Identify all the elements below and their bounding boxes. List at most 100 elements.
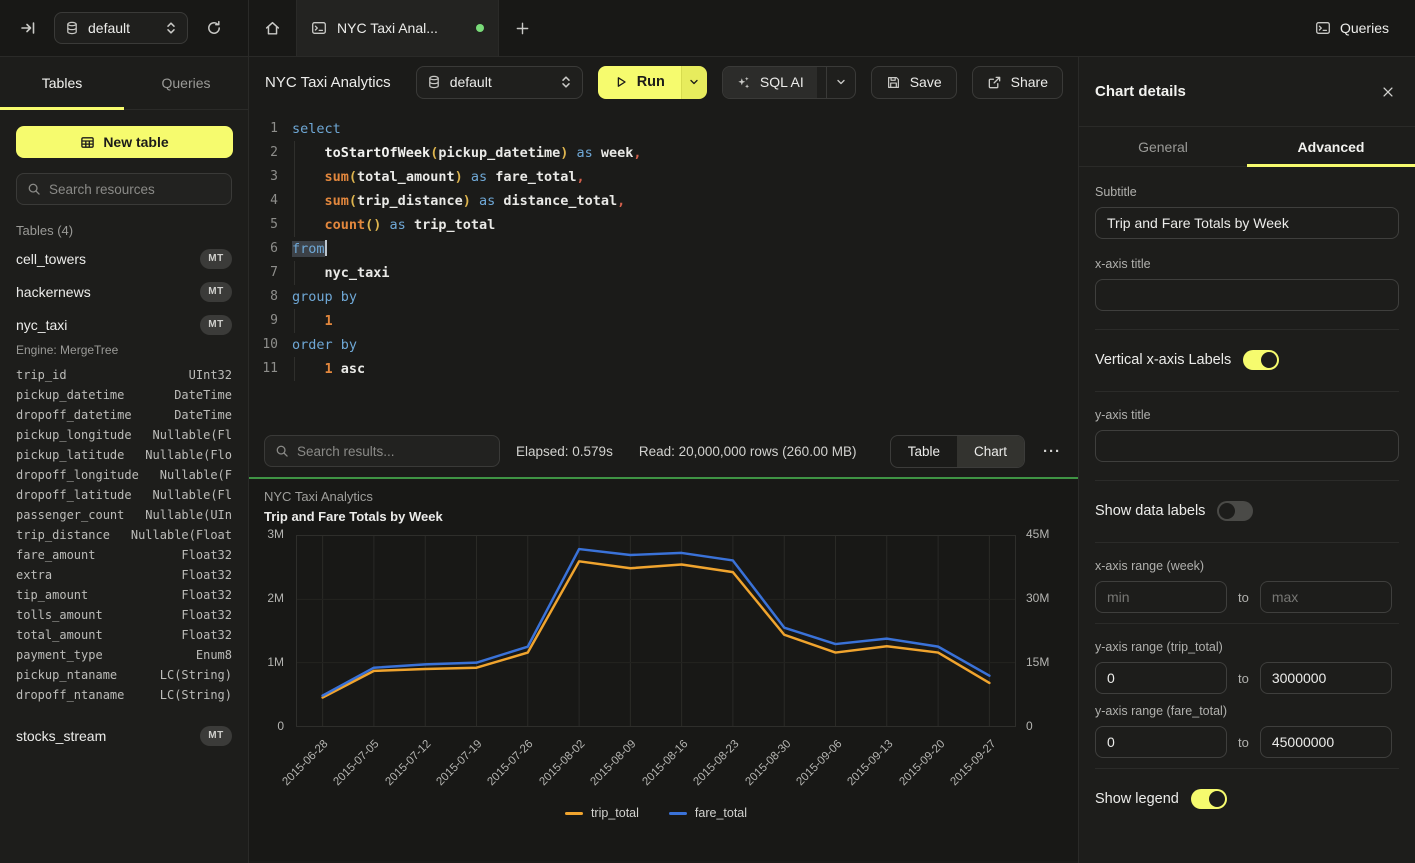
code-line-7[interactable]: 7 nyc_taxi	[249, 261, 1078, 285]
indent-guide	[294, 213, 295, 237]
panel-header: Chart details	[1079, 57, 1415, 127]
subtitle-input[interactable]	[1095, 207, 1399, 239]
legend-label: trip_total	[591, 806, 639, 820]
more-options-button[interactable]: ···	[1041, 443, 1063, 460]
code-line-1[interactable]: 1select	[249, 117, 1078, 141]
chevron-down-icon	[835, 76, 847, 88]
search-icon	[275, 444, 289, 458]
legend-item-trip_total[interactable]: trip_total	[565, 806, 639, 820]
code-line-5[interactable]: 5 count() as trip_total	[249, 213, 1078, 237]
line-number: 8	[249, 285, 278, 309]
chart-subtitle: Trip and Fare Totals by Week	[264, 509, 443, 524]
x-axis-range-label: x-axis range (week)	[1095, 559, 1399, 573]
y-range-fare-max-input[interactable]	[1260, 726, 1392, 758]
sidebar-tab-queries-label: Queries	[161, 75, 210, 91]
unsaved-changes-dot	[476, 24, 484, 32]
table-item-hackernews[interactable]: hackernewsMT	[0, 275, 248, 308]
queries-button[interactable]: Queries	[1315, 20, 1389, 36]
column-dropoff_latitude: dropoff_latitudeNullable(Fl	[16, 485, 232, 505]
engine-badge: MT	[200, 249, 232, 269]
show-data-labels-label: Show data labels	[1095, 503, 1205, 519]
share-icon	[987, 75, 1002, 90]
refresh-icon[interactable]	[206, 20, 222, 36]
new-tab-button[interactable]	[499, 0, 545, 56]
sql-ai-button[interactable]: SQL AI	[723, 67, 817, 98]
collapse-sidebar-icon[interactable]	[20, 20, 36, 36]
sql-editor[interactable]: 1select2 toStartOfWeek(pickup_datetime) …	[249, 107, 1078, 425]
divider	[1095, 480, 1399, 481]
query-database-selector[interactable]: default	[416, 66, 583, 99]
database-selector-value: default	[88, 20, 130, 36]
database-icon	[65, 21, 79, 35]
table-name: hackernews	[16, 284, 91, 300]
vertical-x-axis-labels-toggle[interactable]	[1243, 350, 1279, 370]
y-axis-left: 01M2M3M	[249, 535, 290, 727]
table-name: cell_towers	[16, 251, 86, 267]
y-axis-title-input[interactable]	[1095, 430, 1399, 462]
tables-section-header: Tables (4)	[16, 223, 232, 238]
text-cursor	[325, 240, 327, 256]
code-line-2[interactable]: 2 toStartOfWeek(pickup_datetime) as week…	[249, 141, 1078, 165]
y-axis-tick: 0	[1026, 719, 1033, 733]
column-total_amount: total_amountFloat32	[16, 625, 232, 645]
results-bar: Elapsed: 0.579s Read: 20,000,000 rows (2…	[249, 425, 1078, 477]
panel-tabs: General Advanced	[1079, 127, 1415, 167]
y-range-trip-max-input[interactable]	[1260, 662, 1392, 694]
y-range-trip-min-input[interactable]	[1095, 662, 1227, 694]
table-item-cell_towers[interactable]: cell_towers MT	[0, 242, 248, 275]
query-database-selector-value: default	[450, 74, 551, 90]
run-button[interactable]: Run	[598, 66, 681, 99]
code-line-6[interactable]: 6from	[249, 237, 1078, 261]
tables-list: cell_towersMThackernewsMTnyc_taxiMTEngin…	[0, 242, 248, 752]
x-axis-title-input[interactable]	[1095, 279, 1399, 311]
chart-plot-area[interactable]	[296, 535, 1016, 727]
line-number: 11	[249, 357, 278, 381]
x-range-min-input[interactable]	[1095, 581, 1227, 613]
x-range-max-input[interactable]	[1260, 581, 1392, 613]
y-axis-range-trip-total-label: y-axis range (trip_total)	[1095, 640, 1399, 654]
search-results-input[interactable]	[297, 444, 489, 459]
code-line-4[interactable]: 4 sum(trip_distance) as distance_total,	[249, 189, 1078, 213]
to-label: to	[1235, 590, 1252, 605]
sidebar-tab-tables[interactable]: Tables	[0, 57, 124, 109]
legend-item-fare_total[interactable]: fare_total	[669, 806, 747, 820]
new-table-button[interactable]: New table	[16, 126, 233, 158]
vertical-x-axis-labels-label: Vertical x-axis Labels	[1095, 352, 1231, 368]
save-button[interactable]: Save	[871, 66, 957, 99]
table-item-stocks_stream[interactable]: stocks_streamMT	[0, 719, 248, 752]
code-line-3[interactable]: 3 sum(total_amount) as fare_total,	[249, 165, 1078, 189]
code-line-8[interactable]: 8group by	[249, 285, 1078, 309]
table-item-nyc_taxi[interactable]: nyc_taxiMT	[0, 308, 248, 341]
updown-chevrons-icon	[165, 21, 177, 35]
legend-swatch	[565, 812, 583, 815]
view-toggle-table[interactable]: Table	[891, 436, 957, 467]
to-label: to	[1235, 671, 1252, 686]
panel-tab-advanced[interactable]: Advanced	[1247, 127, 1415, 166]
view-toggle-chart[interactable]: Chart	[957, 436, 1024, 467]
close-icon[interactable]	[1377, 81, 1399, 103]
column-tip_amount: tip_amountFloat32	[16, 585, 232, 605]
show-data-labels-toggle[interactable]	[1217, 501, 1253, 521]
indent-guide	[294, 165, 295, 189]
sql-ai-options-button[interactable]	[826, 67, 855, 98]
code-line-11[interactable]: 11 1 asc	[249, 357, 1078, 381]
show-legend-toggle[interactable]	[1191, 789, 1227, 809]
chart-details-panel: Chart details General Advanced Subtitle …	[1078, 57, 1415, 863]
code-line-10[interactable]: 10order by	[249, 333, 1078, 357]
sql-ai-button-group: SQL AI	[722, 66, 856, 99]
panel-tab-general[interactable]: General	[1079, 127, 1247, 166]
table-name: nyc_taxi	[16, 317, 67, 333]
code-line-9[interactable]: 9 1	[249, 309, 1078, 333]
sidebar-tab-queries[interactable]: Queries	[124, 57, 248, 109]
search-resources-input[interactable]	[49, 182, 221, 197]
sparkles-icon	[736, 75, 751, 90]
share-button[interactable]: Share	[972, 66, 1063, 99]
home-button[interactable]	[249, 0, 297, 56]
column-pickup_datetime: pickup_datetimeDateTime	[16, 385, 232, 405]
tab-nyc-taxi-analytics[interactable]: NYC Taxi Anal...	[297, 0, 499, 56]
y-range-fare-min-input[interactable]	[1095, 726, 1227, 758]
run-options-button[interactable]	[681, 66, 707, 99]
results-search	[264, 435, 500, 467]
chevron-down-icon	[688, 76, 700, 88]
database-selector[interactable]: default	[54, 12, 188, 44]
